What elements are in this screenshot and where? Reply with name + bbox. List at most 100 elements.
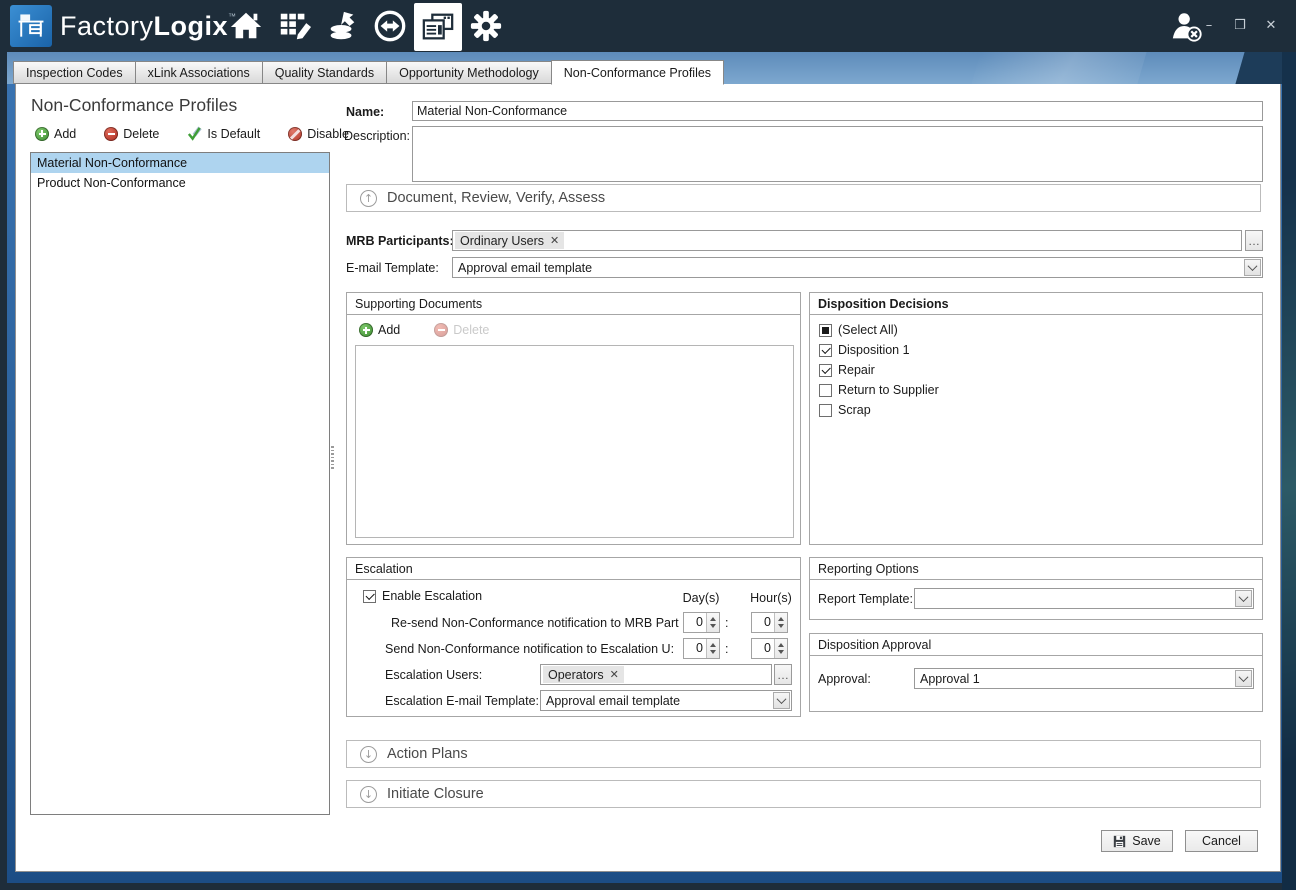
checkbox-label: Enable Escalation bbox=[382, 589, 482, 603]
chevron-down-icon[interactable] bbox=[1235, 670, 1252, 687]
expander-document-review[interactable]: ↑ Document, Review, Verify, Assess bbox=[346, 184, 1261, 212]
spinner-up-icon bbox=[710, 617, 716, 621]
tab-non-conformance-profiles[interactable]: Non-Conformance Profiles bbox=[551, 60, 724, 85]
workbench-icon bbox=[15, 10, 47, 42]
send-days-stepper[interactable]: 0 bbox=[683, 638, 720, 659]
list-item[interactable]: Product Non-Conformance bbox=[31, 173, 329, 193]
stepper-arrows[interactable] bbox=[774, 639, 787, 658]
reporting-options-group: Reporting Options Report Template: bbox=[809, 557, 1263, 620]
add-document-button[interactable]: Add bbox=[359, 323, 400, 337]
escalation-users-label: Escalation Users: bbox=[385, 668, 482, 682]
chip-label: Ordinary Users bbox=[460, 234, 544, 248]
email-template-select[interactable]: Approval email template bbox=[452, 257, 1263, 278]
checkbox-box bbox=[819, 364, 832, 377]
home-icon[interactable] bbox=[222, 0, 270, 52]
tab-inspection-codes[interactable]: Inspection Codes bbox=[13, 61, 136, 84]
report-template-select[interactable] bbox=[914, 588, 1254, 609]
resend-days-stepper[interactable]: 0 bbox=[683, 612, 720, 633]
profiles-toolbar: Add Delete Is Default Disable bbox=[35, 126, 349, 141]
window-right-band bbox=[1282, 52, 1296, 890]
days-header: Day(s) bbox=[675, 591, 727, 605]
window-controls: – ❒ ✕ bbox=[1202, 18, 1278, 33]
checkbox-select-all[interactable]: (Select All) bbox=[819, 323, 898, 337]
tab-opportunity-methodology[interactable]: Opportunity Methodology bbox=[386, 61, 552, 84]
minimize-button[interactable]: – bbox=[1202, 18, 1216, 33]
main-nav bbox=[222, 0, 510, 52]
checkbox-enable-escalation[interactable]: Enable Escalation bbox=[363, 589, 482, 603]
checkbox-label: Disposition 1 bbox=[838, 343, 910, 357]
disable-label: Disable bbox=[307, 127, 349, 141]
spinner-up-icon bbox=[778, 617, 784, 621]
chevron-down-icon[interactable] bbox=[1235, 590, 1252, 607]
delete-icon bbox=[434, 323, 448, 337]
user-logout-icon[interactable] bbox=[1170, 10, 1204, 46]
page-title: Non-Conformance Profiles bbox=[31, 95, 237, 116]
mrb-browse-button[interactable]: … bbox=[1245, 230, 1263, 251]
materials-stack-icon[interactable] bbox=[318, 0, 366, 52]
chip-label: Operators bbox=[548, 668, 604, 682]
send-hours-stepper[interactable]: 0 bbox=[751, 638, 788, 659]
delete-icon bbox=[104, 127, 118, 141]
cancel-label: Cancel bbox=[1202, 834, 1241, 848]
expander-action-plans[interactable]: ↓ Action Plans bbox=[346, 740, 1261, 768]
save-floppy-icon bbox=[1113, 835, 1126, 848]
escalation-users-field[interactable]: Operators ✕ bbox=[540, 664, 772, 685]
disable-profile-button[interactable]: Disable bbox=[288, 127, 349, 141]
stepper-value: 0 bbox=[752, 639, 774, 658]
tab-quality-standards[interactable]: Quality Standards bbox=[262, 61, 387, 84]
description-label: Description: bbox=[344, 129, 410, 143]
spinner-down-icon bbox=[778, 624, 784, 628]
gear-icon[interactable] bbox=[462, 0, 510, 52]
escalation-template-label: Escalation E-mail Template: bbox=[385, 694, 539, 708]
tab-strip: Inspection Codes xLink Associations Qual… bbox=[13, 52, 723, 84]
checkbox-return-to-supplier[interactable]: Return to Supplier bbox=[819, 383, 939, 397]
escalation-users-browse-button[interactable]: … bbox=[774, 664, 792, 685]
panel-splitter[interactable] bbox=[330, 446, 335, 472]
checkbox-scrap[interactable]: Scrap bbox=[819, 403, 871, 417]
cancel-button[interactable]: Cancel bbox=[1185, 830, 1258, 852]
checkbox-disposition-1[interactable]: Disposition 1 bbox=[819, 343, 910, 357]
maximize-button[interactable]: ❒ bbox=[1233, 18, 1247, 33]
chevron-down-icon[interactable] bbox=[1244, 259, 1261, 276]
band-dark-corner bbox=[1234, 52, 1282, 84]
delete-document-button[interactable]: Delete bbox=[434, 323, 489, 337]
collapse-up-icon: ↑ bbox=[360, 190, 377, 207]
hours-header: Hour(s) bbox=[745, 591, 797, 605]
stepper-arrows[interactable] bbox=[706, 613, 719, 632]
expander-initiate-closure[interactable]: ↓ Initiate Closure bbox=[346, 780, 1261, 808]
documents-icon[interactable] bbox=[414, 3, 462, 51]
is-default-label: Is Default bbox=[207, 127, 260, 141]
tab-xlink-associations[interactable]: xLink Associations bbox=[135, 61, 263, 84]
is-default-button[interactable]: Is Default bbox=[187, 126, 260, 141]
stepper-arrows[interactable] bbox=[774, 613, 787, 632]
approval-label: Approval: bbox=[818, 672, 871, 686]
checkbox-label: Scrap bbox=[838, 403, 871, 417]
default-check-icon bbox=[187, 126, 202, 141]
delete-label: Delete bbox=[123, 127, 159, 141]
delete-profile-button[interactable]: Delete bbox=[104, 127, 159, 141]
sync-icon[interactable] bbox=[366, 0, 414, 52]
add-profile-button[interactable]: Add bbox=[35, 127, 76, 141]
mrb-participants-field[interactable]: Ordinary Users ✕ bbox=[452, 230, 1242, 251]
list-item[interactable]: Material Non-Conformance bbox=[31, 153, 329, 173]
description-textarea[interactable] bbox=[412, 126, 1263, 182]
checkbox-repair[interactable]: Repair bbox=[819, 363, 875, 377]
escalation-template-select[interactable]: Approval email template bbox=[540, 690, 792, 711]
email-template-value: Approval email template bbox=[453, 261, 1243, 275]
chip-remove-icon[interactable]: ✕ bbox=[610, 668, 619, 681]
approval-select[interactable]: Approval 1 bbox=[914, 668, 1254, 689]
checkbox-box bbox=[363, 590, 376, 603]
spinner-down-icon bbox=[778, 650, 784, 654]
close-button[interactable]: ✕ bbox=[1264, 18, 1278, 33]
supporting-documents-header: Supporting Documents bbox=[347, 293, 800, 315]
name-input[interactable] bbox=[412, 101, 1263, 121]
worksheet-edit-icon[interactable] bbox=[270, 0, 318, 52]
reporting-options-header: Reporting Options bbox=[810, 558, 1262, 580]
stepper-arrows[interactable] bbox=[706, 639, 719, 658]
disposition-approval-group: Disposition Approval Approval: Approval … bbox=[809, 633, 1263, 712]
chevron-down-icon[interactable] bbox=[773, 692, 790, 709]
save-button[interactable]: Save bbox=[1101, 830, 1173, 852]
chip-remove-icon[interactable]: ✕ bbox=[550, 234, 559, 247]
resend-hours-stepper[interactable]: 0 bbox=[751, 612, 788, 633]
documents-list[interactable] bbox=[355, 345, 794, 538]
